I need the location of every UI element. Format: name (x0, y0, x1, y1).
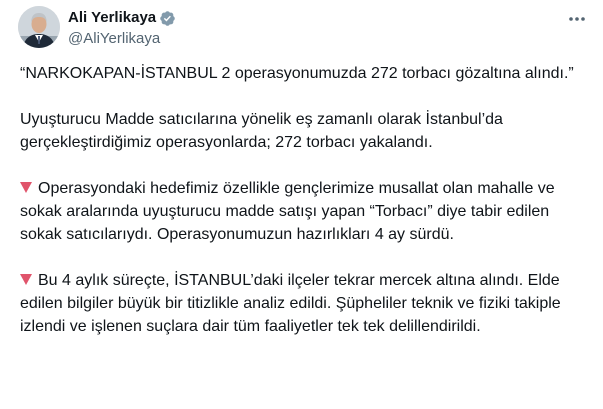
tweet-paragraph-2: Uyuşturucu Madde satıcılarına yönelik eş… (20, 111, 503, 151)
tweet-paragraph-4-text: Bu 4 aylık süreçte, İSTANBUL’daki ilçele… (20, 272, 561, 335)
author-handle[interactable]: @AliYerlikaya (68, 29, 176, 49)
tweet-paragraph-3-text: Operasyondaki hedefimiz özellikle gençle… (20, 180, 555, 243)
display-name-row: Ali Yerlikaya (68, 8, 176, 28)
tweet-paragraph-1: “NARKOKAPAN-İSTANBUL 2 operasyonumuzda 2… (20, 65, 574, 82)
red-down-triangle-icon (20, 182, 32, 193)
avatar[interactable] (18, 6, 60, 48)
tweet-text: “NARKOKAPAN-İSTANBUL 2 operasyonumuzda 2… (20, 62, 586, 361)
red-down-triangle-icon (20, 274, 32, 285)
display-name[interactable]: Ali Yerlikaya (68, 8, 156, 28)
tweet-header: Ali Yerlikaya @AliYerlikaya (18, 6, 588, 50)
tweet-card: Ali Yerlikaya @AliYerlikaya “NARKOKAPAN-… (0, 0, 603, 409)
more-options-icon[interactable] (566, 10, 588, 28)
tweet-paragraph-3: Operasyondaki hedefimiz özellikle gençle… (20, 177, 586, 246)
author-block: Ali Yerlikaya @AliYerlikaya (68, 8, 176, 49)
verified-badge-icon (159, 10, 176, 27)
avatar-image (18, 6, 60, 48)
tweet-paragraph-4: Bu 4 aylık süreçte, İSTANBUL’daki ilçele… (20, 269, 586, 338)
